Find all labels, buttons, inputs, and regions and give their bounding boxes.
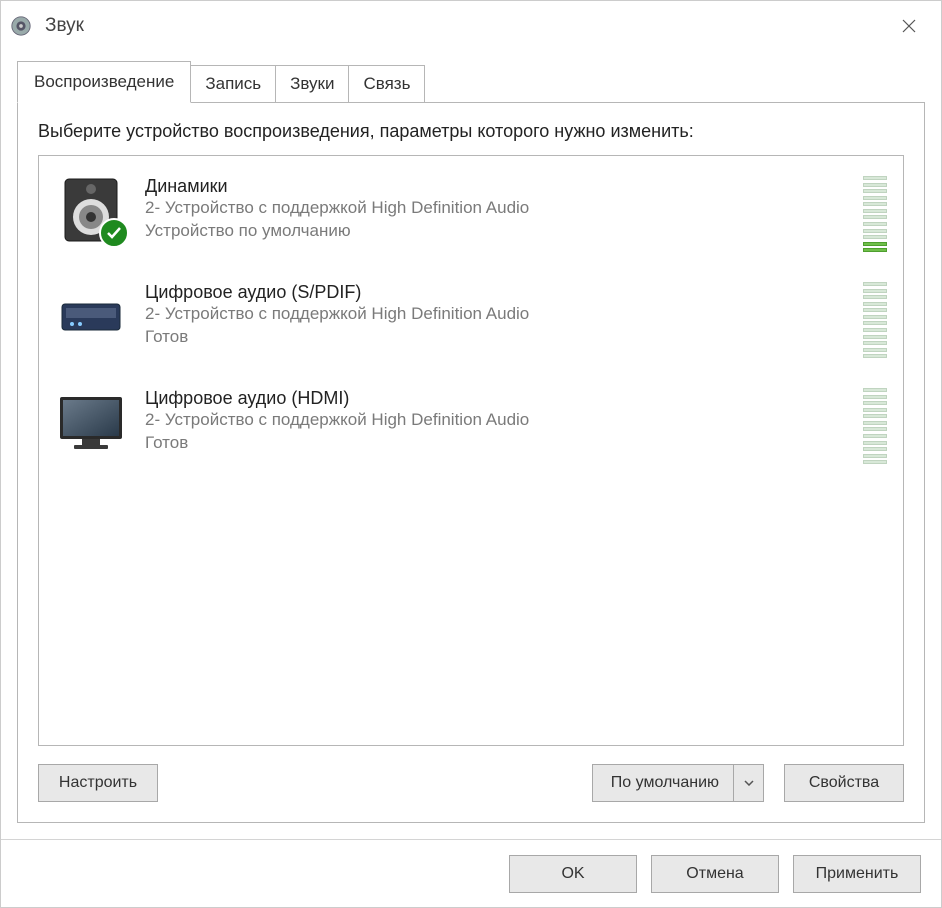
set-default-label: По умолчанию bbox=[611, 774, 719, 792]
chevron-down-icon bbox=[744, 780, 754, 786]
tab-communications[interactable]: Связь bbox=[348, 65, 425, 103]
tab-sounds[interactable]: Звуки bbox=[275, 65, 349, 103]
device-name: Динамики bbox=[145, 176, 855, 197]
tabstrip: Воспроизведение Запись Звуки Связь bbox=[17, 61, 925, 103]
monitor-icon bbox=[55, 386, 127, 458]
instruction-text: Выберите устройство воспроизведения, пар… bbox=[38, 119, 904, 143]
sound-dialog: Звук Воспроизведение Запись Звуки Связь … bbox=[0, 0, 942, 908]
level-meter bbox=[863, 280, 887, 360]
device-row[interactable]: Цифровое аудио (HDMI) 2- Устройство с по… bbox=[51, 378, 891, 484]
panel-buttons: Настроить По умолчанию Свойства bbox=[38, 764, 904, 802]
level-meter bbox=[863, 386, 887, 466]
tab-recording[interactable]: Запись bbox=[190, 65, 276, 103]
dialog-footer: OK Отмена Применить bbox=[1, 839, 941, 907]
device-subtitle: 2- Устройство с поддержкой High Definiti… bbox=[145, 303, 855, 326]
window-title: Звук bbox=[45, 15, 885, 37]
apply-button[interactable]: Применить bbox=[793, 855, 921, 893]
device-text: Цифровое аудио (HDMI) 2- Устройство с по… bbox=[145, 386, 855, 455]
device-list[interactable]: Динамики 2- Устройство с поддержкой High… bbox=[38, 155, 904, 746]
playback-panel: Выберите устройство воспроизведения, пар… bbox=[17, 102, 925, 823]
device-status: Готов bbox=[145, 432, 855, 455]
default-check-icon bbox=[99, 218, 129, 248]
ok-button[interactable]: OK bbox=[509, 855, 637, 893]
level-meter bbox=[863, 174, 887, 254]
close-button[interactable] bbox=[885, 10, 933, 42]
device-name: Цифровое аудио (HDMI) bbox=[145, 388, 855, 409]
speaker-icon bbox=[55, 174, 127, 246]
titlebar: Звук bbox=[1, 1, 941, 51]
tab-playback[interactable]: Воспроизведение bbox=[17, 61, 191, 103]
spdif-icon bbox=[55, 280, 127, 352]
dropdown-arrow[interactable] bbox=[733, 765, 763, 801]
device-subtitle: 2- Устройство с поддержкой High Definiti… bbox=[145, 197, 855, 220]
device-name: Цифровое аудио (S/PDIF) bbox=[145, 282, 855, 303]
device-subtitle: 2- Устройство с поддержкой High Definiti… bbox=[145, 409, 855, 432]
app-icon bbox=[9, 14, 33, 38]
device-status: Готов bbox=[145, 326, 855, 349]
configure-button[interactable]: Настроить bbox=[38, 764, 158, 802]
device-text: Цифровое аудио (S/PDIF) 2- Устройство с … bbox=[145, 280, 855, 349]
device-row[interactable]: Динамики 2- Устройство с поддержкой High… bbox=[51, 166, 891, 272]
device-row[interactable]: Цифровое аудио (S/PDIF) 2- Устройство с … bbox=[51, 272, 891, 378]
cancel-button[interactable]: Отмена bbox=[651, 855, 779, 893]
set-default-button[interactable]: По умолчанию bbox=[592, 764, 764, 802]
close-icon bbox=[902, 19, 916, 33]
right-button-group: По умолчанию Свойства bbox=[592, 764, 904, 802]
dialog-body: Воспроизведение Запись Звуки Связь Выбер… bbox=[1, 51, 941, 839]
device-text: Динамики 2- Устройство с поддержкой High… bbox=[145, 174, 855, 243]
device-status: Устройство по умолчанию bbox=[145, 220, 855, 243]
properties-button[interactable]: Свойства bbox=[784, 764, 904, 802]
